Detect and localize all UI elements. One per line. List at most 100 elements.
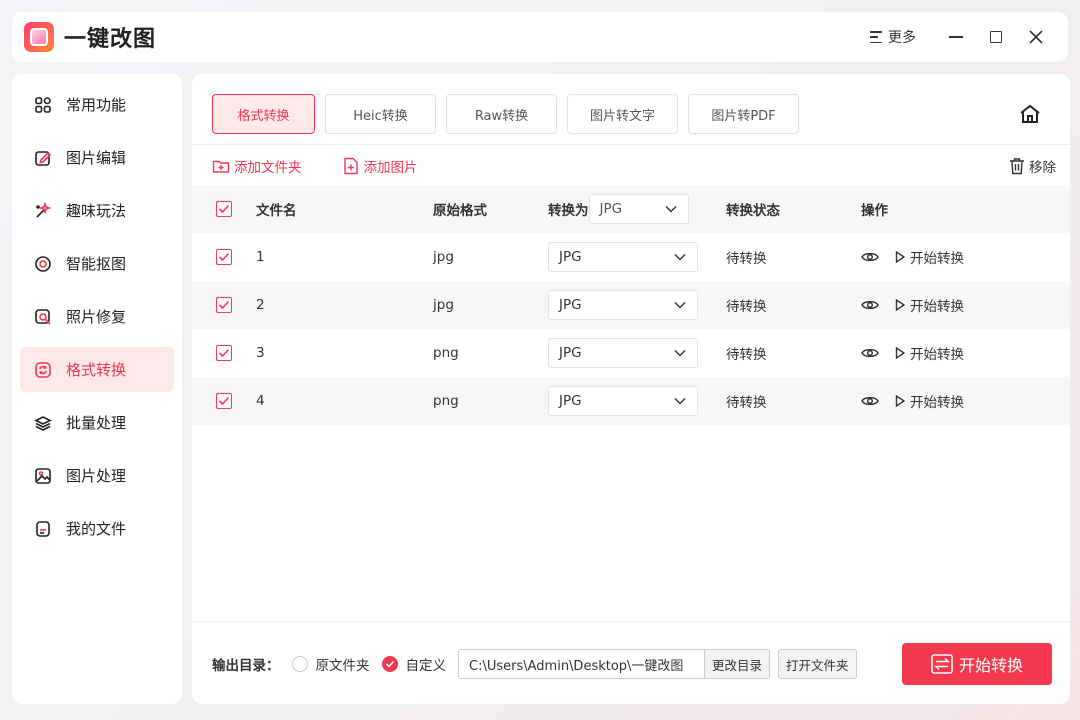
menu-lines-icon [870,31,882,43]
sidebar-item-fun[interactable]: 趣味玩法 [20,188,174,233]
row-start-convert-button[interactable]: 开始转换 [895,295,964,315]
footer-divider [192,621,1070,622]
row-format-select[interactable]: JPG [548,290,698,320]
edit-icon [34,149,52,167]
sidebar-item-label: 我的文件 [66,520,127,538]
divider [192,144,1070,145]
close-button[interactable] [1016,22,1056,52]
table-header: 文件名 原始格式 转换为 JPG 转换状态 操作 [192,185,1070,233]
row-format-select[interactable]: JPG [548,338,698,368]
select-all-checkbox[interactable] [216,201,232,217]
output-footer: 输出目录： 原文件夹 自定义 更改目录 打开文件夹 开始转换 [212,643,1052,685]
maximize-icon [990,31,1002,43]
row-convert-to: JPG [548,242,698,272]
row-format-select[interactable]: JPG [548,386,698,416]
row-start-convert-button[interactable]: 开始转换 [895,247,964,267]
radio-original-folder[interactable] [291,656,308,672]
tab-heic-convert[interactable]: Heic转换 [325,94,436,134]
file-icon [34,520,52,538]
sidebar-item-common[interactable]: 常用功能 [20,82,174,127]
sidebar-item-label: 趣味玩法 [66,202,127,220]
row-convert-to: JPG [548,386,698,416]
row-actions: 开始转换 [861,391,964,411]
sidebar-item-format-convert[interactable]: 格式转换 [20,347,174,392]
chevron-down-icon [674,301,686,309]
minimize-icon [949,36,963,38]
row-actions: 开始转换 [861,343,964,363]
preview-eye-icon[interactable] [861,346,879,360]
target-icon [34,255,52,273]
trash-icon [1010,158,1024,175]
row-checkbox[interactable] [216,249,232,265]
sidebar-item-batch[interactable]: 批量处理 [20,400,174,445]
row-checkbox[interactable] [216,297,232,313]
output-dir-label: 输出目录： [212,658,280,674]
global-format-select[interactable]: JPG [588,194,689,224]
remove-label: 移除 [1029,160,1056,176]
radio-custom-label[interactable]: 自定义 [406,654,447,674]
maximize-button[interactable] [976,22,1016,52]
row-format-value: JPG [559,345,582,361]
sidebar-item-cutout[interactable]: 智能抠图 [20,241,174,286]
remove-button[interactable]: 移除 [1009,156,1056,176]
global-format-value: JPG [599,201,623,217]
radio-original-folder-label[interactable]: 原文件夹 [316,654,370,674]
more-menu-button[interactable]: 更多 [870,27,916,47]
sidebar-item-label: 照片修复 [66,308,127,326]
change-dir-button[interactable]: 更改目录 [704,649,771,679]
add-image-button[interactable]: 添加图片 [342,156,418,176]
preview-eye-icon[interactable] [861,394,879,408]
row-convert-to: JPG [548,338,698,368]
row-start-convert-label: 开始转换 [910,395,964,411]
start-convert-button[interactable]: 开始转换 [902,643,1052,685]
sidebar: 常用功能 图片编辑 趣味玩法 智能抠图 照片修复 格式转换 批量处理 图片处理 … [12,74,182,704]
sidebar-item-repair[interactable]: 照片修复 [20,294,174,339]
close-icon [1029,30,1043,44]
preview-eye-icon[interactable] [861,298,879,312]
home-button[interactable] [1018,102,1042,126]
file-toolbar: 添加文件夹 添加图片 移除 [212,156,1056,176]
home-icon [1020,104,1040,123]
minimize-button[interactable] [936,22,976,52]
header-status: 转换状态 [726,203,780,219]
open-folder-button[interactable]: 打开文件夹 [778,649,857,679]
tab-image-to-text[interactable]: 图片转文字 [567,94,678,134]
check-icon [218,348,230,358]
row-checkbox[interactable] [216,345,232,361]
sidebar-item-label: 批量处理 [66,414,127,432]
add-image-label: 添加图片 [363,160,418,176]
repair-icon [34,308,52,326]
app-title: 一键改图 [64,27,157,52]
row-format-select[interactable]: JPG [548,242,698,272]
main-panel: 格式转换 Heic转换 Raw转换 图片转文字 图片转PDF 添加文件夹 添加图… [192,74,1070,704]
row-original-format: png [433,393,459,409]
sidebar-item-image-process[interactable]: 图片处理 [20,453,174,498]
row-actions: 开始转换 [861,295,964,315]
row-checkbox[interactable] [216,393,232,409]
grid-icon [34,96,52,114]
row-start-convert-button[interactable]: 开始转换 [895,343,964,363]
row-original-format: jpg [433,249,454,265]
row-original-format: png [433,345,459,361]
row-start-convert-button[interactable]: 开始转换 [895,391,964,411]
convert-icon [34,361,52,379]
preview-eye-icon[interactable] [861,250,879,264]
add-folder-button[interactable]: 添加文件夹 [212,156,302,176]
tab-format-convert[interactable]: 格式转换 [212,94,315,134]
radio-custom[interactable] [381,656,398,672]
output-path-input[interactable] [458,649,704,679]
app-logo-icon [24,22,54,52]
tab-bar: 格式转换 Heic转换 Raw转换 图片转文字 图片转PDF [212,94,809,134]
header-file-name: 文件名 [256,203,297,219]
sidebar-item-label: 常用功能 [66,96,127,114]
tab-raw-convert[interactable]: Raw转换 [446,94,557,134]
check-icon [385,660,394,668]
sparkle-icon [34,201,52,220]
tab-image-to-pdf[interactable]: 图片转PDF [688,94,799,134]
header-convert-to: 转换为 JPG [548,194,689,224]
row-start-convert-label: 开始转换 [910,347,964,363]
sidebar-item-edit[interactable]: 图片编辑 [20,135,174,180]
sidebar-item-my-files[interactable]: 我的文件 [20,506,174,551]
header-original-format: 原始格式 [433,203,487,219]
header-convert-to-label: 转换为 [548,203,589,219]
